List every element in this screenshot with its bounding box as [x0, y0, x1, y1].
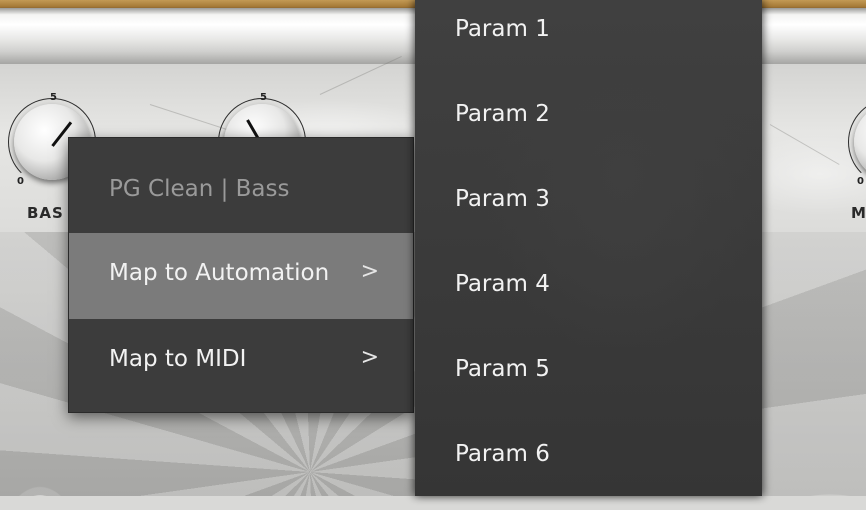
menu-item-map-to-midi[interactable]: Map to MIDI > [69, 319, 413, 405]
submenu-item-label: Param 5 [455, 356, 550, 382]
menu-item-label: Map to MIDI [109, 346, 247, 372]
submenu-arrow-icon: > [360, 259, 379, 284]
submenu-item-param-1[interactable]: Param 1 [415, 0, 762, 85]
menu-header-title: PG Clean | Bass [109, 176, 290, 202]
menu-header: PG Clean | Bass [69, 138, 413, 233]
knob-min-tick: 0 [857, 176, 864, 187]
context-menu: PG Clean | Bass Map to Automation > Map … [68, 137, 414, 413]
submenu-item-label: Param 6 [455, 441, 550, 467]
right-knob-label: M [851, 204, 866, 222]
submenu-arrow-icon: > [360, 345, 379, 370]
submenu-item-param-4[interactable]: Param 4 [415, 255, 762, 340]
knob-min-tick: 0 [17, 176, 24, 187]
submenu-item-label: Param 4 [455, 271, 550, 297]
submenu-item-label: Param 3 [455, 186, 550, 212]
right-knob-group: 0 M [842, 92, 866, 222]
submenu-item-label: Param 1 [455, 16, 550, 42]
submenu-item-label: Param 2 [455, 101, 550, 127]
marble-vein [769, 124, 840, 165]
menu-item-map-to-automation[interactable]: Map to Automation > [69, 233, 413, 319]
knob-max-tick: 5 [260, 92, 267, 103]
automation-submenu: Param 1 Param 2 Param 3 Param 4 Param 5 … [415, 0, 762, 496]
knob-max-tick: 5 [50, 92, 57, 103]
submenu-item-param-5[interactable]: Param 5 [415, 340, 762, 425]
submenu-item-param-6[interactable]: Param 6 [415, 425, 762, 510]
bass-knob-label: BAS [27, 204, 64, 222]
submenu-item-param-2[interactable]: Param 2 [415, 85, 762, 170]
menu-item-label: Map to Automation [109, 260, 330, 286]
submenu-item-param-3[interactable]: Param 3 [415, 170, 762, 255]
